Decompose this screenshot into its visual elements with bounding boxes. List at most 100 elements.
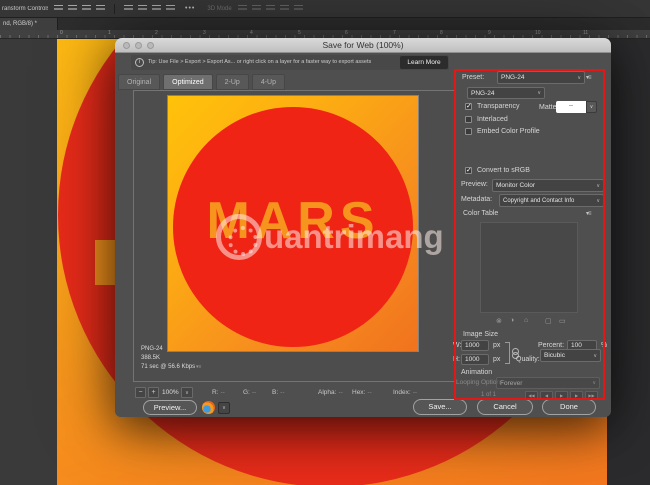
browser-icon[interactable] [202, 401, 215, 414]
3d-scale-icon [294, 5, 303, 13]
frame-status: 1 of 1 [481, 392, 496, 398]
3d-drag-icon [266, 5, 275, 13]
quality-dropdown[interactable]: Bicubic∨ [540, 349, 601, 362]
align-top-icon[interactable] [54, 5, 63, 13]
ruler-number: 6 [345, 30, 348, 36]
readout-hex: Hex:-- [352, 389, 372, 396]
zoom-dropdown-arrow-icon[interactable]: ∨ [181, 387, 193, 398]
save-for-web-dialog: Save for Web (100%) i Tip: Use File > Ex… [115, 38, 611, 417]
preview-image[interactable]: MARS [168, 96, 418, 351]
align-icons-group [54, 4, 175, 14]
ruler-number: 5 [298, 30, 301, 36]
distribute-center-icon[interactable] [138, 5, 147, 13]
convert-srgb-label: Convert to sRGB [477, 167, 530, 174]
last-frame-button[interactable]: ▶▶ [585, 391, 598, 400]
new-color-icon[interactable]: ▢ [545, 317, 552, 325]
tip-text: Tip: Use File > Export > Export As... or… [148, 59, 371, 65]
3d-rotate-icon [238, 5, 247, 13]
browser-select-arrow-icon[interactable]: ∨ [218, 402, 230, 414]
format-dropdown[interactable]: PNG-24∨ [467, 87, 545, 99]
height-unit: px [493, 356, 500, 363]
height-input[interactable]: 1000 [461, 354, 489, 365]
readout-b: B:-- [272, 389, 285, 396]
matte-dropdown-arrow-icon[interactable]: ∨ [586, 101, 597, 113]
embed-color-profile-checkbox[interactable] [465, 128, 472, 135]
embed-color-profile-label: Embed Color Profile [477, 128, 540, 135]
preview-in-browser-button[interactable]: Preview... [143, 400, 197, 415]
align-vertical-center-icon[interactable] [68, 5, 77, 13]
tab-2up[interactable]: 2-Up [216, 74, 249, 90]
transparency-label: Transparency [477, 103, 520, 110]
align-bottom-icon[interactable] [82, 5, 91, 13]
readout-index: Index:-- [393, 389, 417, 396]
document-tab[interactable]: nd, RGB/8) * [0, 18, 58, 30]
zoom-level[interactable]: 100% [162, 389, 179, 396]
quality-label: Quality: [516, 356, 540, 363]
preset-panel-menu-icon[interactable]: ▾≡ [586, 74, 591, 81]
ruler-number: 0 [60, 30, 63, 36]
3d-roll-icon [252, 5, 261, 13]
width-unit: px [493, 342, 500, 349]
info-icon: i [135, 58, 144, 67]
distribute-right-icon[interactable] [152, 5, 161, 13]
preview-format: PNG-24 [141, 346, 163, 352]
ruler-number: 1 [108, 30, 111, 36]
ruler-number: 10 [535, 30, 541, 36]
preview-frame[interactable]: MARS PNG-24 388.5K 71 sec @ 56.6 Kbps ▾≡ [133, 90, 455, 382]
distribute-left-icon[interactable] [124, 5, 133, 13]
color-table-grid[interactable] [480, 222, 578, 313]
lock-color-icon[interactable]: ⌂ [524, 317, 528, 324]
interlaced-label: Interlaced [477, 116, 508, 123]
toolbar-divider [114, 4, 115, 14]
chevron-down-icon: ∨ [596, 198, 600, 204]
color-table-menu-icon[interactable]: ▾≡ [586, 210, 591, 217]
dialog-title: Save for Web (100%) [115, 38, 611, 53]
width-input[interactable]: 1000 [461, 340, 489, 351]
3d-mode-label: 3D Mode [207, 6, 231, 12]
3d-icons-group [238, 5, 303, 13]
matte-swatch[interactable]: -- [556, 101, 586, 113]
color-table-label: Color Table [463, 210, 498, 217]
download-time-menu-icon[interactable]: ▾≡ [196, 364, 201, 370]
pasteboard-right [607, 39, 650, 485]
preview-download-time: 71 sec @ 56.6 Kbps [141, 364, 195, 370]
map-transparency-icon[interactable]: ⊗ [496, 317, 502, 325]
delete-color-icon[interactable]: ▭ [559, 317, 566, 325]
image-size-header: Image Size [463, 331, 498, 338]
tip-banner: i Tip: Use File > Export > Export As... … [131, 55, 449, 70]
distribute-bottom-icon[interactable] [166, 5, 175, 13]
looping-options-dropdown: Forever∨ [496, 377, 600, 389]
ruler-number: 4 [250, 30, 253, 36]
learn-more-button[interactable]: Learn More [400, 56, 448, 69]
tab-original[interactable]: Original [118, 74, 160, 90]
ruler-number: 3 [203, 30, 206, 36]
transparency-checkbox[interactable]: ✓ [465, 103, 472, 110]
tab-4up[interactable]: 4-Up [252, 74, 285, 90]
preview-mode-dropdown[interactable]: Monitor Color∨ [492, 179, 604, 192]
next-frame-button[interactable]: ▶ [570, 391, 583, 400]
zoom-in-button[interactable]: + [148, 387, 159, 398]
preview-mode-label: Preview: [461, 181, 488, 188]
more-options-icon[interactable]: ••• [185, 5, 195, 12]
interlaced-checkbox[interactable] [465, 116, 472, 123]
play-button[interactable]: ▶ [555, 391, 568, 400]
transform-controls-label[interactable]: ransform Controls [2, 6, 48, 12]
cancel-button[interactable]: Cancel [477, 399, 533, 415]
convert-srgb-checkbox[interactable]: ✓ [465, 167, 472, 174]
animation-header: Animation [461, 369, 492, 376]
readout-alpha: Alpha:-- [318, 389, 343, 396]
metadata-dropdown[interactable]: Copyright and Contact Info∨ [499, 194, 604, 207]
ruler-number: 9 [488, 30, 491, 36]
web-shift-icon[interactable]: ◑ [510, 317, 514, 324]
first-frame-button[interactable]: ◀◀ [525, 391, 538, 400]
previous-frame-button[interactable]: ◀ [540, 391, 553, 400]
tab-optimized[interactable]: Optimized [163, 74, 213, 90]
ruler-number: 8 [440, 30, 443, 36]
zoom-out-button[interactable]: − [135, 387, 146, 398]
preset-dropdown[interactable]: PNG-24∨ [497, 71, 585, 84]
mars-title: MARS [168, 192, 418, 250]
distribute-top-icon[interactable] [96, 5, 105, 13]
3d-slide-icon [280, 5, 289, 13]
done-button[interactable]: Done [542, 399, 596, 415]
save-button[interactable]: Save... [413, 399, 467, 415]
